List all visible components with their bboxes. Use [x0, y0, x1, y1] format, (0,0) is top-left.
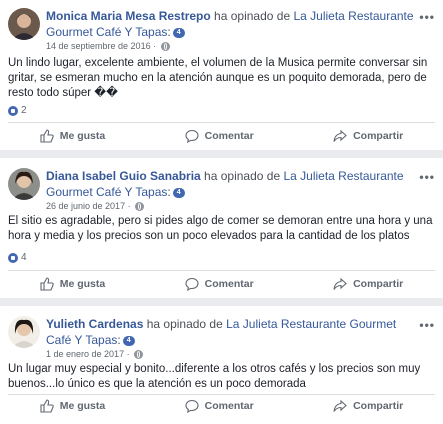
review-card: Monica Maria Mesa Restrepo ha opinado de… — [0, 0, 443, 150]
avatar[interactable] — [8, 168, 40, 200]
globe-icon — [134, 350, 144, 360]
review-verb: ha opinado de — [210, 9, 294, 23]
comment-label: Comentar — [204, 400, 254, 412]
like-label: Me gusta — [59, 400, 106, 412]
review-card: Diana Isabel Guio Sanabria ha opinado de… — [0, 158, 443, 298]
reviewer-name[interactable]: Yulieth Cardenas — [46, 317, 143, 331]
comment-label: Comentar — [204, 130, 254, 142]
review-meta: 26 de junio de 2017 · — [46, 200, 421, 212]
like-button[interactable]: Me gusta — [40, 399, 106, 413]
rating-badge: 4 — [122, 335, 135, 346]
action-bar: Me gusta Comentar Compartir — [0, 394, 443, 418]
reactions-summary[interactable]: 2 — [8, 105, 27, 116]
share-label: Compartir — [353, 130, 404, 142]
comment-icon — [185, 129, 199, 143]
like-button[interactable]: Me gusta — [40, 129, 106, 143]
like-label: Me gusta — [59, 278, 106, 290]
more-options-button[interactable]: ••• — [419, 10, 435, 24]
rating-badge: 4 — [172, 27, 185, 38]
share-label: Compartir — [353, 278, 404, 290]
comment-icon — [185, 399, 199, 413]
review-meta: 1 de enero de 2017 · — [46, 348, 421, 360]
review-header: Monica Maria Mesa Restrepo ha opinado de… — [46, 8, 421, 52]
share-icon — [333, 129, 347, 142]
share-button[interactable]: Compartir — [333, 277, 403, 291]
avatar[interactable] — [8, 8, 40, 40]
share-button[interactable]: Compartir — [333, 129, 403, 143]
like-button[interactable]: Me gusta — [40, 277, 106, 291]
share-button[interactable]: Compartir — [333, 399, 403, 413]
thumbs-up-icon — [40, 399, 54, 413]
like-label: Me gusta — [59, 130, 106, 142]
globe-icon — [135, 202, 145, 212]
share-icon — [333, 277, 347, 290]
comment-button[interactable]: Comentar — [185, 129, 254, 143]
review-date[interactable]: 1 de enero de 2017 — [46, 349, 124, 359]
review-card: Yulieth Cardenas ha opinado de La Juliet… — [0, 306, 443, 424]
reviewer-name[interactable]: Monica Maria Mesa Restrepo — [46, 9, 211, 23]
review-text: Un lindo lugar, excelente ambiente, el v… — [8, 57, 428, 99]
action-bar: Me gusta Comentar Compartir — [0, 124, 443, 148]
review-text: Un lugar muy especial y bonito...diferen… — [8, 363, 421, 390]
review-verb: ha opinado de — [200, 169, 284, 183]
review-text: El sitio es agradable, pero si pides alg… — [8, 215, 433, 242]
review-verb: ha opinado de — [143, 317, 227, 331]
share-label: Compartir — [353, 400, 404, 412]
thumbs-up-icon — [40, 129, 54, 143]
review-date[interactable]: 14 de septiembre de 2016 — [46, 41, 151, 51]
action-bar: Me gusta Comentar Compartir — [0, 272, 443, 296]
thumbs-up-icon — [40, 277, 54, 291]
comment-label: Comentar — [204, 278, 254, 290]
comment-icon — [185, 277, 199, 291]
reaction-count: 4 — [21, 252, 27, 263]
divider — [8, 122, 435, 123]
like-reaction-icon — [8, 105, 18, 116]
avatar[interactable] — [8, 316, 40, 348]
reactions-summary[interactable]: 4 — [8, 252, 27, 263]
divider — [8, 270, 435, 271]
comment-button[interactable]: Comentar — [185, 277, 254, 291]
more-options-button[interactable]: ••• — [419, 318, 435, 332]
globe-icon — [160, 42, 170, 52]
reviewer-name[interactable]: Diana Isabel Guio Sanabria — [46, 169, 201, 183]
more-options-button[interactable]: ••• — [419, 170, 435, 184]
comment-button[interactable]: Comentar — [185, 399, 254, 413]
share-icon — [333, 399, 347, 412]
reaction-count: 2 — [21, 105, 27, 116]
review-date[interactable]: 26 de junio de 2017 — [46, 201, 125, 211]
rating-badge: 4 — [172, 187, 185, 198]
like-reaction-icon — [8, 252, 18, 263]
review-header: Yulieth Cardenas ha opinado de La Juliet… — [46, 316, 421, 360]
review-meta: 14 de septiembre de 2016 · — [46, 40, 421, 52]
review-header: Diana Isabel Guio Sanabria ha opinado de… — [46, 168, 421, 212]
